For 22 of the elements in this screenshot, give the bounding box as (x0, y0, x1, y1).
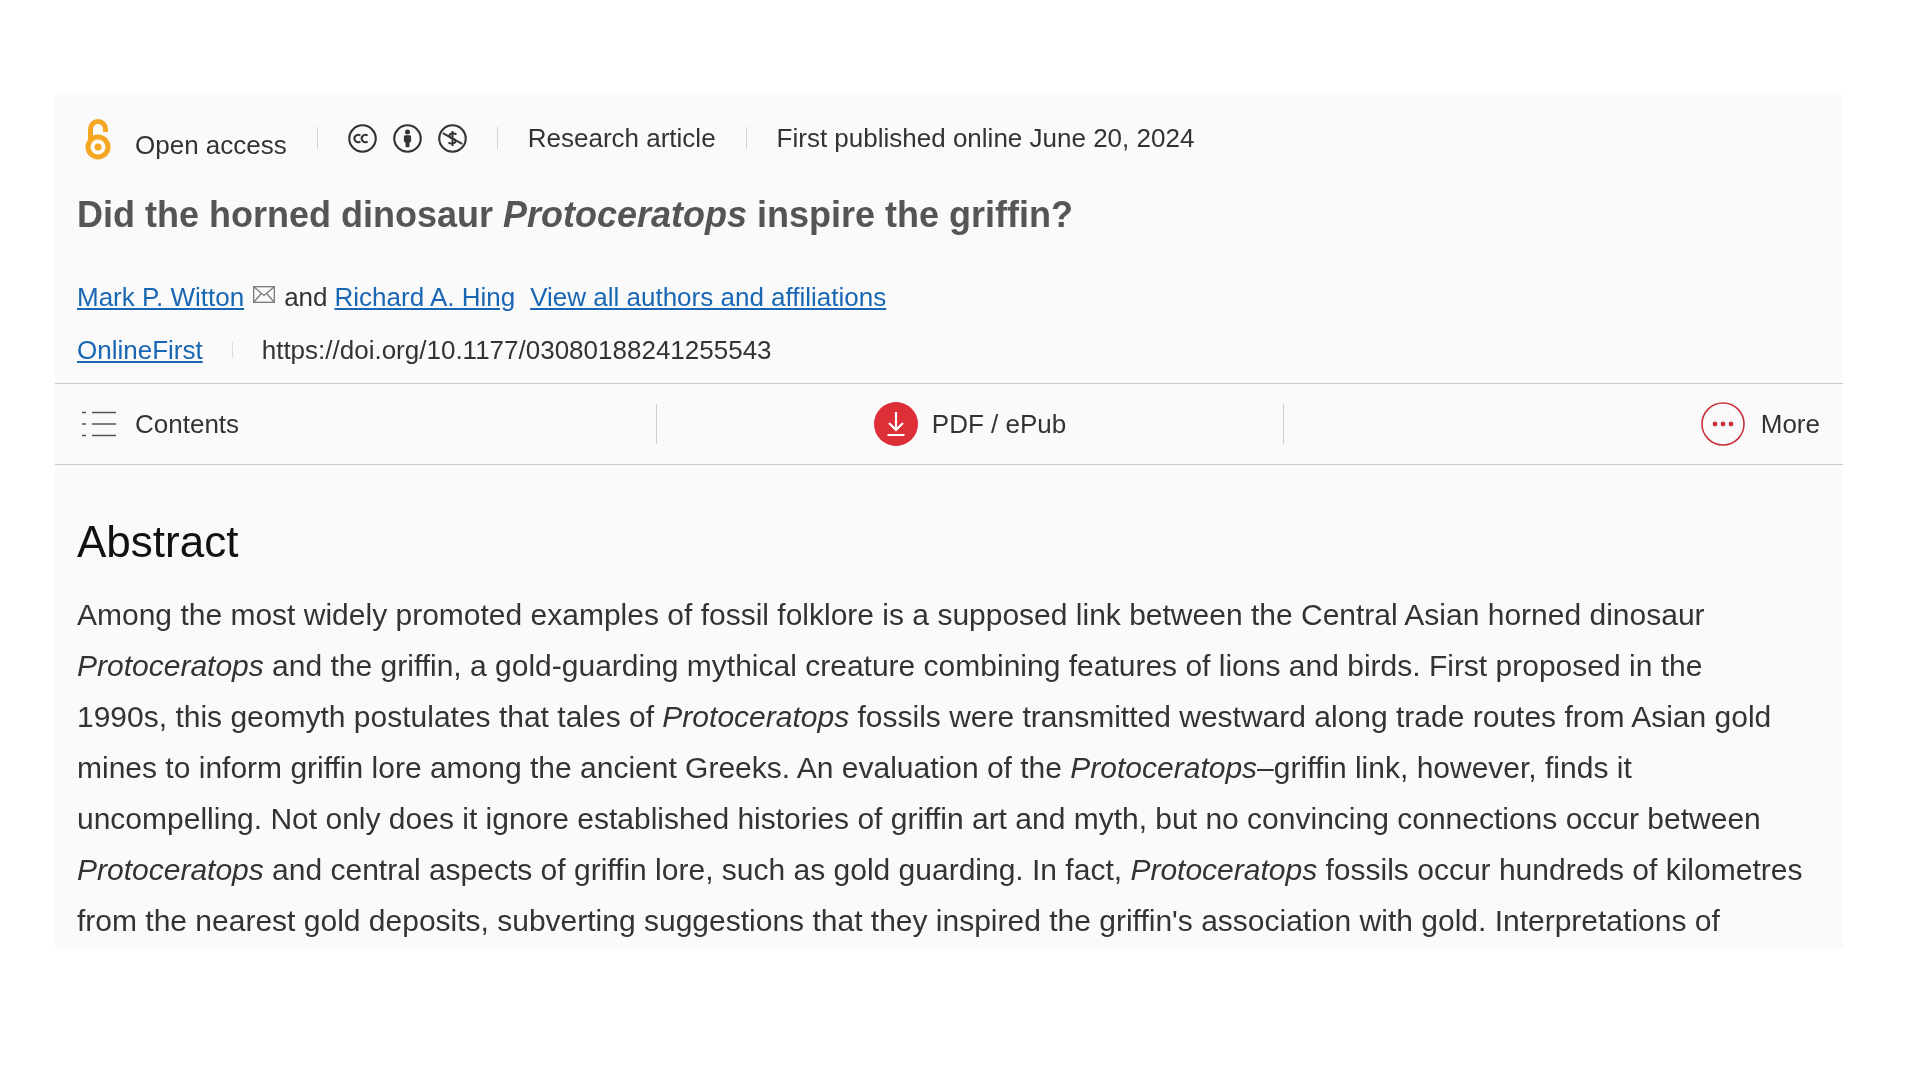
article-title: Did the horned dinosaur Protoceratops inspire the griffin? (77, 193, 1074, 237)
list-icon (82, 411, 116, 437)
article-type: Research article (527, 121, 716, 155)
cc-circle-icon (347, 123, 377, 153)
download-icon (873, 402, 918, 446)
all-authors-link[interactable]: View all authors and affiliations (530, 277, 887, 317)
pdf-epub-button[interactable]: PDF / ePub (873, 402, 1067, 446)
issue-link[interactable]: OnlineFirst (77, 330, 203, 370)
more-button[interactable]: More (1700, 402, 1820, 446)
connector-text: and (284, 280, 328, 314)
abstract-text: Among the most widely promoted examples of fossil folklore is a supposed link between the Central Asian horned dinosaur Protoceratops and the griffin, a gold-guarding mythical creature combining features of lions and birds. First proposed in the 1990s, this geomyth postulates that tales of Protoceratops fossils were transmitted westward along trade routes from Asian gold mines to inform griffin lore among the ancient Greeks. An evaluation of the Protoceratops–griffin link, however, finds it uncompelling. Not only does it ignore established histories of griffin art and myth, but no convincing connections occur between Protoceratops and central aspects of griffin lore, such as gold guarding. In fact, Protoceratops fossils occur hundreds of kilometres from the nearest gold deposits, subverting suggestions that they inspired the griffin's association with gold. Interpretations of (77, 597, 1803, 939)
author-link[interactable]: Mark P. Witton (77, 277, 245, 317)
envelope-icon[interactable] (253, 285, 276, 303)
doi-text: https://doi.org/10.1177/03080188241255543 (261, 333, 772, 367)
section-heading: Abstract (77, 516, 239, 568)
person-circle-icon (392, 123, 422, 153)
author-link[interactable]: Richard A. Hing (334, 277, 516, 317)
access-label: Open access (135, 128, 287, 162)
contents-button[interactable]: Contents (82, 404, 240, 444)
crossed-dollar-icon (437, 123, 467, 153)
publication-date: First published online June 20, 2024 (776, 121, 1195, 155)
more-icon (1700, 402, 1745, 446)
